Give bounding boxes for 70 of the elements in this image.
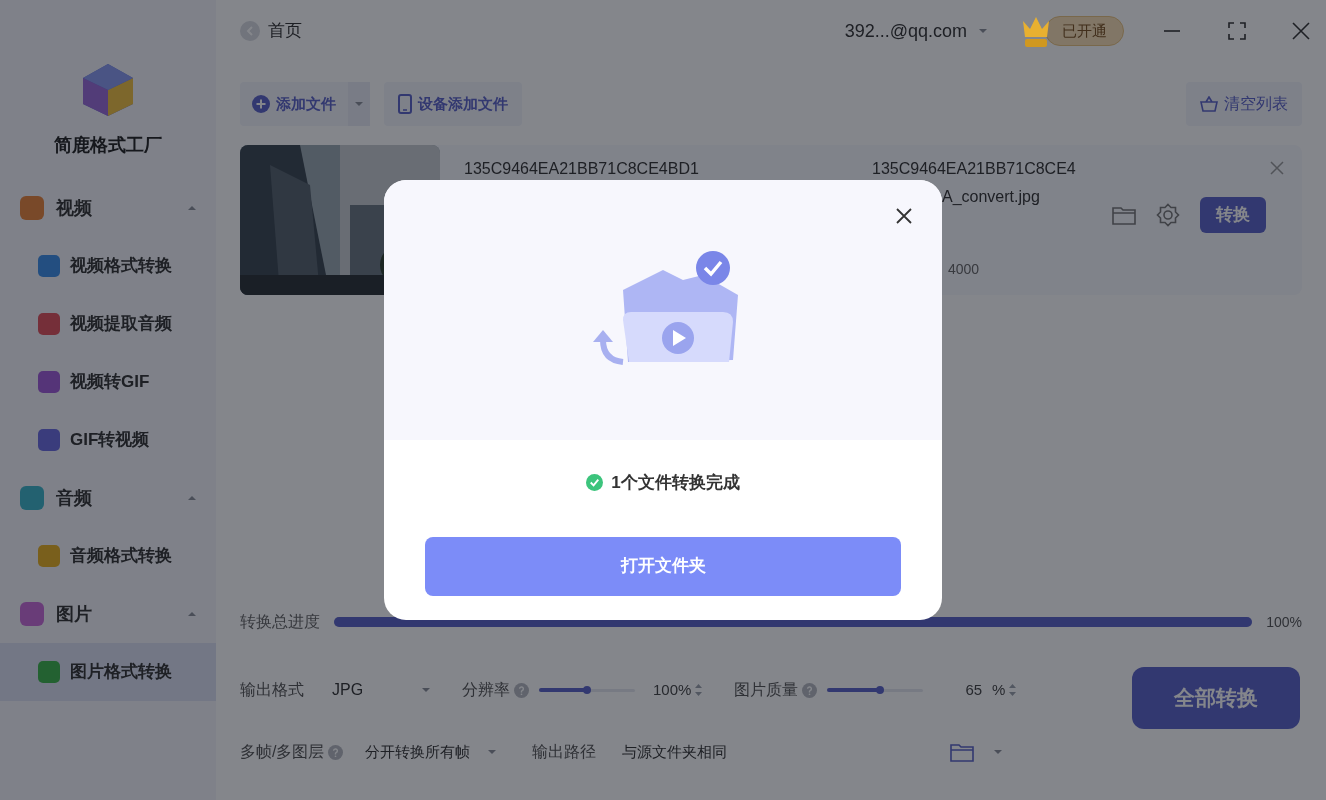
convert-button[interactable]: 转换 xyxy=(1200,197,1266,233)
slider[interactable] xyxy=(827,684,924,696)
convert-all-button[interactable]: 全部转换 xyxy=(1132,667,1300,729)
resolution-value[interactable]: 100% xyxy=(653,678,692,702)
category-icon xyxy=(20,602,44,626)
caret-icon xyxy=(994,749,1002,755)
caret-icon xyxy=(188,611,196,617)
percent-unit: % xyxy=(992,679,1006,700)
field-label: 输出格式 xyxy=(240,680,305,700)
quality-value[interactable]: 65 xyxy=(965,678,983,702)
app-logo-icon xyxy=(81,62,135,118)
success-icon xyxy=(586,474,604,492)
format-icon xyxy=(38,429,60,451)
caret-icon xyxy=(422,687,430,693)
folder-icon[interactable] xyxy=(950,742,974,762)
sidebar-item[interactable]: GIF转视频 xyxy=(0,411,216,469)
clear-list-button[interactable]: 清空列表 xyxy=(1186,82,1302,126)
sidebar-item[interactable]: 图片格式转换 xyxy=(0,643,216,701)
source-file-name: 135C9464EA21BB71C8CE4BD1 xyxy=(464,159,700,179)
settings-icon[interactable] xyxy=(1156,203,1180,227)
output-path: 与源文件夹相同 xyxy=(622,741,728,762)
sidebar-item[interactable]: 视频转GIF xyxy=(0,353,216,411)
field-label: 图片质量 xyxy=(734,680,799,700)
caret-icon xyxy=(355,101,363,107)
caret-icon xyxy=(188,495,196,501)
slider[interactable] xyxy=(539,684,635,696)
output-file-name: A_convert.jpg xyxy=(942,187,1041,207)
frames-select[interactable]: 分开转换所有帧 xyxy=(365,740,497,764)
field-label: 多帧/多图层 xyxy=(240,742,325,762)
category-icon xyxy=(20,486,44,510)
stepper-icon[interactable] xyxy=(695,683,703,697)
close-icon[interactable] xyxy=(896,208,912,224)
sidebar-item[interactable]: 音频格式转换 xyxy=(0,527,216,585)
help-icon xyxy=(514,682,529,698)
field-label: 分辨率 xyxy=(462,680,510,700)
help-icon xyxy=(328,744,344,760)
stepper-icon[interactable] xyxy=(1009,683,1017,697)
format-icon xyxy=(38,371,60,393)
sidebar-group[interactable]: 视频 xyxy=(0,179,216,237)
path-dropdown[interactable] xyxy=(994,749,1002,755)
progress-reading: 100% xyxy=(1266,612,1302,632)
plus-icon xyxy=(252,95,270,113)
category-icon xyxy=(20,196,44,220)
caret-icon xyxy=(188,205,196,211)
basket-icon xyxy=(1200,96,1218,112)
help-icon xyxy=(802,682,818,698)
account-menu[interactable]: 392...@qq.com xyxy=(844,17,987,45)
open-folder-button[interactable]: 打开文件夹 xyxy=(425,536,901,596)
phone-icon xyxy=(398,94,412,114)
format-icon xyxy=(38,661,60,683)
sidebar-item[interactable]: 视频格式转换 xyxy=(0,237,216,295)
format-icon xyxy=(38,313,60,335)
field-label: 输出路径 xyxy=(532,742,597,762)
breadcrumb[interactable]: 首页 xyxy=(268,18,302,44)
dialog-message: 1个文件转换完成 xyxy=(611,472,740,494)
progress-label: 转换总进度 xyxy=(240,612,320,632)
file-info: 4000 xyxy=(948,260,981,279)
format-icon xyxy=(38,255,60,277)
app-name: 简鹿格式工厂 xyxy=(54,134,162,157)
format-select[interactable]: JPG xyxy=(332,678,438,702)
maximize-icon[interactable] xyxy=(1228,22,1246,40)
sidebar-item[interactable]: 视频提取音频 xyxy=(0,295,216,353)
output-file-name: 135C9464EA21BB71C8CE4 xyxy=(872,159,1076,179)
format-icon xyxy=(38,545,60,567)
sidebar-group[interactable]: 音频 xyxy=(0,469,216,527)
sidebar-group[interactable]: 图片 xyxy=(0,585,216,643)
caret-icon xyxy=(488,749,497,755)
caret-icon xyxy=(979,28,987,34)
device-add-button[interactable]: 设备添加文件 xyxy=(384,82,522,126)
folder-icon[interactable] xyxy=(1112,205,1136,225)
